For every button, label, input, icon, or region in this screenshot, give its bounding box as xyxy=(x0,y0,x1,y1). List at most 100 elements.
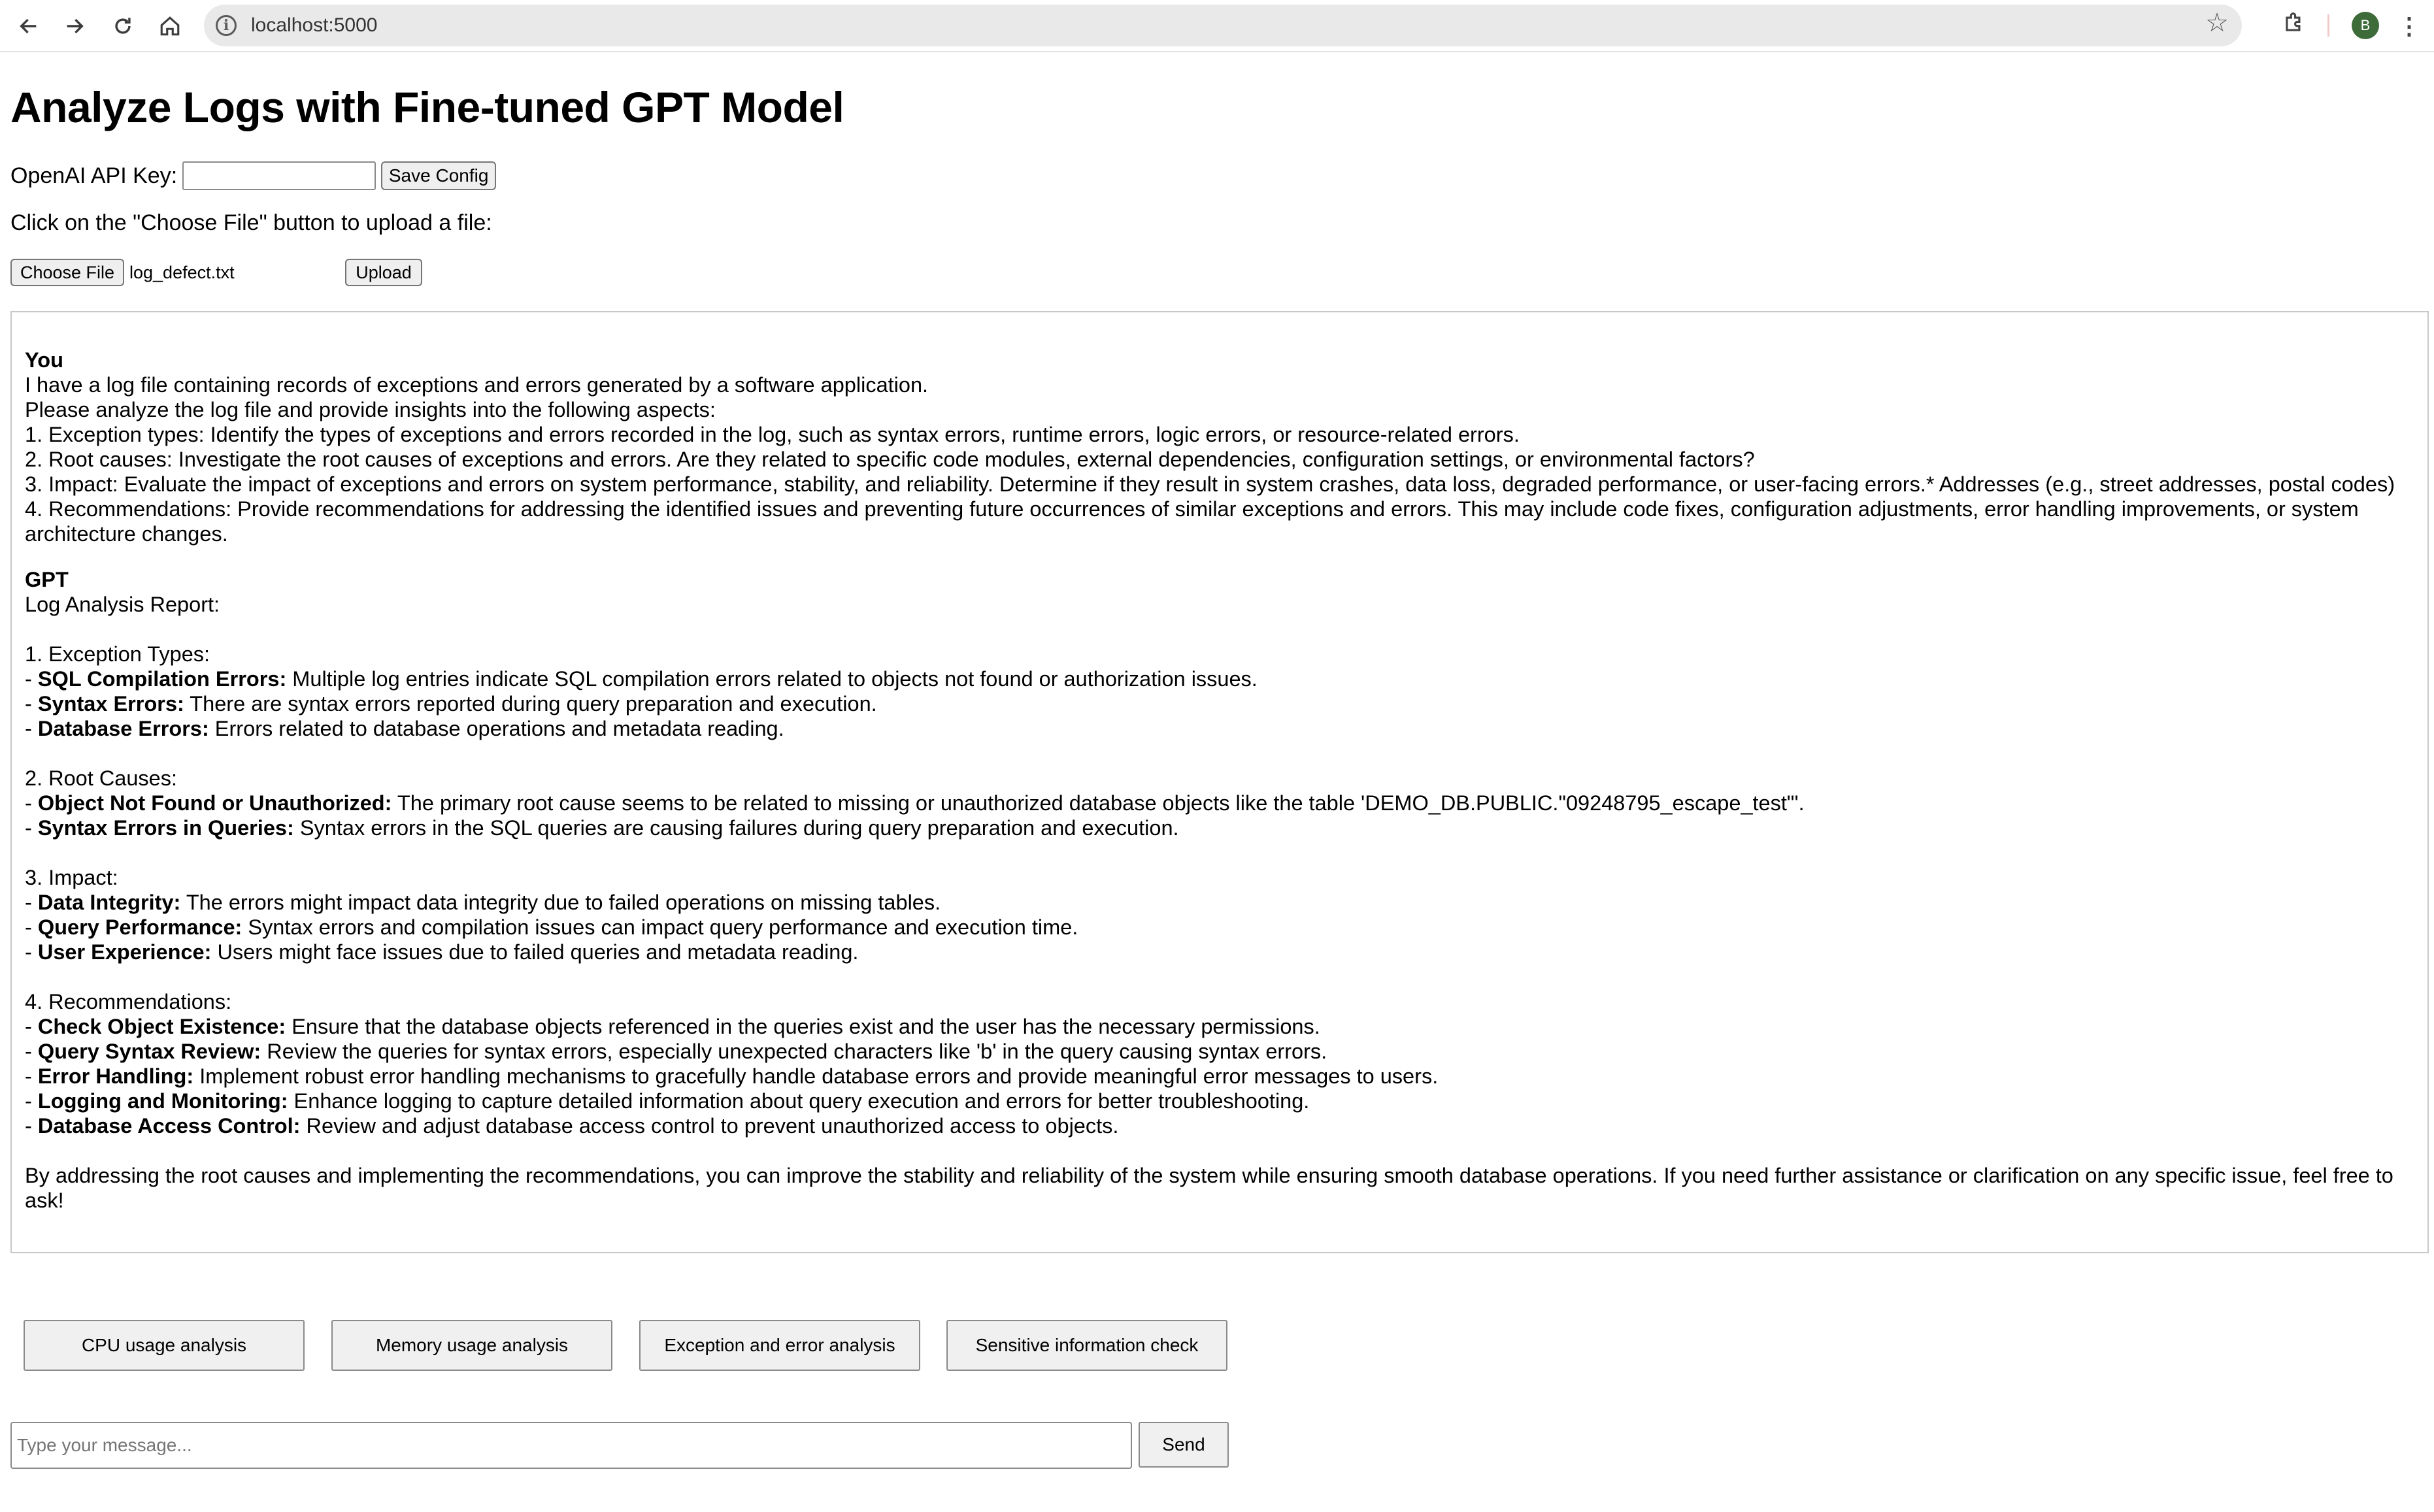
bold-heading: Syntax Errors: xyxy=(37,692,184,715)
message-line: 3. Impact: xyxy=(25,865,2414,890)
message-line: - Logging and Monitoring: Enhance loggin… xyxy=(25,1089,2414,1113)
line-text: The primary root cause seems to be relat… xyxy=(392,791,1805,815)
choose-file-button[interactable]: Choose File xyxy=(10,259,124,286)
line-text: 3. Impact: xyxy=(25,866,118,889)
bold-heading: Database Access Control: xyxy=(37,1114,301,1138)
bold-heading: Database Errors: xyxy=(37,717,209,740)
forward-arrow-icon[interactable] xyxy=(58,9,92,43)
bullet-dash: - xyxy=(25,1114,38,1138)
line-text: By addressing the root causes and implem… xyxy=(25,1164,2399,1212)
message-line: - User Experience: Users might face issu… xyxy=(25,940,2414,964)
home-icon[interactable] xyxy=(153,9,187,43)
toolbar-divider xyxy=(2327,14,2329,37)
message-line: - Object Not Found or Unauthorized: The … xyxy=(25,791,2414,815)
file-upload-row: Choose File log_defect.txt Upload xyxy=(10,257,468,288)
message-line xyxy=(25,617,2414,642)
user-message: You I have a log file containing records… xyxy=(25,348,2414,546)
message-line: - Syntax Errors: There are syntax errors… xyxy=(25,691,2414,716)
message-line: I have a log file containing records of … xyxy=(25,373,929,397)
chat-history[interactable]: You I have a log file containing records… xyxy=(10,311,2429,1253)
message-composer: Send xyxy=(10,1422,1233,1469)
bullet-dash: - xyxy=(25,1089,38,1113)
bold-heading: SQL Compilation Errors: xyxy=(37,667,287,691)
api-key-row: OpenAI API Key: Save Config xyxy=(10,161,497,191)
line-text: 2. Root Causes: xyxy=(25,766,178,790)
page-title: Analyze Logs with Fine-tuned GPT Model xyxy=(10,83,844,131)
bullet-dash: - xyxy=(25,891,38,914)
bold-heading: User Experience: xyxy=(37,940,212,964)
message-line: 1. Exception Types: xyxy=(25,642,2414,666)
line-text: Enhance logging to capture detailed info… xyxy=(288,1089,1310,1113)
bold-heading: Logging and Monitoring: xyxy=(37,1089,288,1113)
line-text: Syntax errors and compilation issues can… xyxy=(242,915,1078,939)
bold-heading: Object Not Found or Unauthorized: xyxy=(37,791,392,815)
line-text: 1. Exception Types: xyxy=(25,642,210,666)
line-text: 4. Recommendations: xyxy=(25,990,232,1013)
message-line: - SQL Compilation Errors: Multiple log e… xyxy=(25,666,2414,691)
bold-heading: Query Syntax Review: xyxy=(37,1040,261,1063)
bullet-dash: - xyxy=(25,692,38,715)
reload-icon[interactable] xyxy=(106,9,140,43)
save-config-button[interactable]: Save Config xyxy=(381,161,497,190)
quick-action-row: CPU usage analysis Memory usage analysis… xyxy=(24,1320,1227,1371)
sensitive-info-check-button[interactable]: Sensitive information check xyxy=(946,1320,1227,1371)
browser-toolbar: i localhost:5000 ☆ B ⋮ xyxy=(0,0,2434,52)
bullet-dash: - xyxy=(25,791,38,815)
message-line: - Database Access Control: Review and ad… xyxy=(25,1113,2414,1138)
send-button[interactable]: Send xyxy=(1139,1422,1229,1468)
message-line xyxy=(25,840,2414,865)
message-line: - Error Handling: Implement robust error… xyxy=(25,1064,2414,1089)
kebab-menu-icon[interactable]: ⋮ xyxy=(2397,12,2421,41)
cpu-usage-analysis-button[interactable]: CPU usage analysis xyxy=(24,1320,305,1371)
message-sender: GPT xyxy=(25,568,69,591)
bullet-dash: - xyxy=(25,1064,38,1088)
bullet-dash: - xyxy=(25,915,38,939)
bullet-dash: - xyxy=(25,816,38,840)
gpt-message: GPT Log Analysis Report: 1. Exception Typ… xyxy=(25,567,2414,1213)
message-line xyxy=(25,741,2414,766)
api-key-input[interactable] xyxy=(182,161,376,190)
message-line: - Check Object Existence: Ensure that th… xyxy=(25,1014,2414,1039)
profile-avatar[interactable]: B xyxy=(2352,12,2379,39)
selected-file-name: log_defect.txt xyxy=(129,263,235,282)
line-text: Errors related to database operations an… xyxy=(208,717,784,740)
back-arrow-icon[interactable] xyxy=(12,9,46,43)
upload-hint: Click on the "Choose File" button to upl… xyxy=(10,210,492,235)
line-text: Review the queries for syntax errors, es… xyxy=(261,1040,1327,1063)
bullet-dash: - xyxy=(25,667,38,691)
address-bar[interactable]: i localhost:5000 ☆ xyxy=(204,5,2242,46)
message-line: Log Analysis Report: xyxy=(25,592,2414,617)
line-text: There are syntax errors reported during … xyxy=(184,692,877,715)
message-line: Please analyze the log file and provide … xyxy=(25,398,716,421)
message-line: 1. Exception types: Identify the types o… xyxy=(25,423,1520,446)
exception-error-analysis-button[interactable]: Exception and error analysis xyxy=(639,1320,920,1371)
memory-usage-analysis-button[interactable]: Memory usage analysis xyxy=(331,1320,612,1371)
bullet-dash: - xyxy=(25,1015,38,1038)
line-text: Review and adjust database access contro… xyxy=(300,1114,1119,1138)
message-line: - Data Integrity: The errors might impac… xyxy=(25,890,2414,915)
line-text: Log Analysis Report: xyxy=(25,593,220,616)
message-input[interactable] xyxy=(10,1422,1132,1469)
line-text: Implement robust error handling mechanis… xyxy=(193,1064,1439,1088)
message-line: - Query Syntax Review: Review the querie… xyxy=(25,1039,2414,1064)
message-line: - Database Errors: Errors related to dat… xyxy=(25,716,2414,741)
bullet-dash: - xyxy=(25,1040,38,1063)
url-text[interactable]: localhost:5000 xyxy=(251,14,377,37)
api-key-label: OpenAI API Key: xyxy=(10,163,178,188)
line-text: Syntax errors in the SQL queries are cau… xyxy=(293,816,1179,840)
message-line: 4. Recommendations: xyxy=(25,989,2414,1014)
extensions-puzzle-icon[interactable] xyxy=(2278,10,2310,42)
message-line: 3. Impact: Evaluate the impact of except… xyxy=(25,472,2395,496)
message-line: 2. Root causes: Investigate the root cau… xyxy=(25,448,1755,471)
upload-button[interactable]: Upload xyxy=(345,259,422,286)
line-text: Multiple log entries indicate SQL compil… xyxy=(286,667,1258,691)
bold-heading: Error Handling: xyxy=(37,1064,194,1088)
line-text: Ensure that the database objects referen… xyxy=(286,1015,1320,1038)
bold-heading: Syntax Errors in Queries: xyxy=(37,816,294,840)
line-text: Users might face issues due to failed qu… xyxy=(211,940,859,964)
site-info-icon[interactable]: i xyxy=(216,15,237,36)
message-line: 4. Recommendations: Provide recommendati… xyxy=(25,497,2359,546)
line-text: The errors might impact data integrity d… xyxy=(180,891,941,914)
bookmark-star-icon[interactable]: ☆ xyxy=(2205,10,2229,36)
message-line: 2. Root Causes: xyxy=(25,766,2414,791)
